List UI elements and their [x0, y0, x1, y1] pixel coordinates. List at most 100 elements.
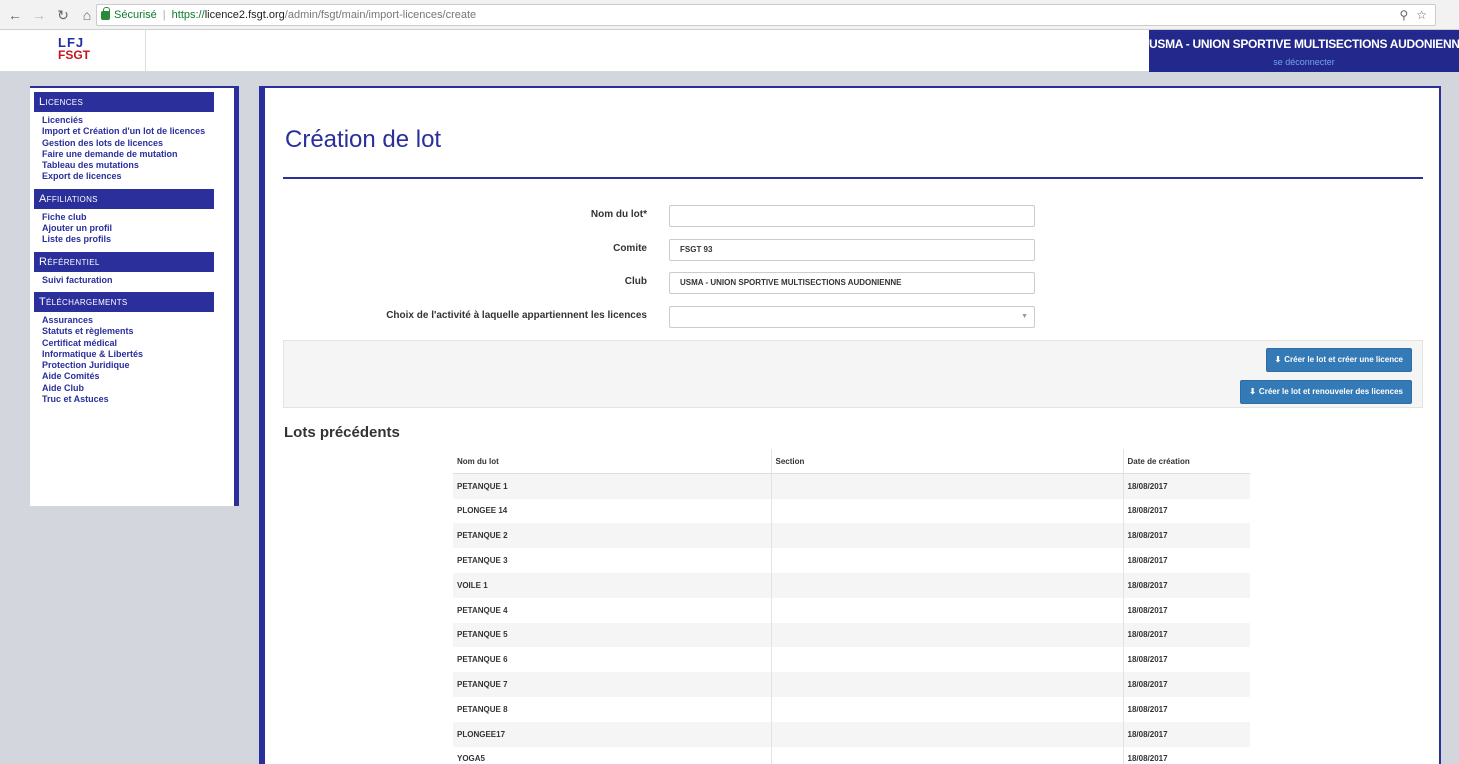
table-row[interactable]: PETANQUE 1 18/08/2017: [453, 473, 1250, 499]
table-body: PETANQUE 1 18/08/2017 PLONGEE 14 18/08/2017…: [453, 473, 1250, 764]
section-cell: [771, 672, 1124, 697]
club-input[interactable]: USMA - UNION SPORTIVE MULTISECTIONS AUDO…: [669, 272, 1035, 294]
date-cell: 18/08/2017: [1127, 556, 1168, 566]
action-panel: ⬇ Créer le lot et créer une licence ⬇ Crée…: [283, 340, 1423, 408]
sidebar-item-aide-club[interactable]: Aide Club: [34, 383, 234, 394]
table-row[interactable]: PETANQUE 7 18/08/2017: [453, 672, 1250, 697]
sidebar-item-informatique[interactable]: Informatique & Libertés: [34, 349, 234, 360]
lot-name-cell: PETANQUE 2: [453, 523, 772, 549]
sidebar-item-protection[interactable]: Protection Juridique: [34, 360, 234, 371]
table-row[interactable]: PETANQUE 5 18/08/2017: [453, 622, 1250, 648]
zoom-icon[interactable]: ⚲: [1399, 8, 1408, 22]
sidebar-item-suivi-facturation[interactable]: Suivi facturation: [34, 275, 234, 286]
fsgt-logo[interactable]: LFJ FSGT: [58, 36, 118, 66]
sidebar-item-gestion-lots[interactable]: Gestion des lots de licences: [34, 138, 234, 149]
reload-icon[interactable]: ↻: [54, 6, 72, 24]
table-row[interactable]: PLONGEE17 18/08/2017: [453, 721, 1250, 747]
club-banner: USMA - UNION SPORTIVE MULTISECTIONS AUDO…: [1149, 30, 1459, 72]
section-cell: [771, 473, 1124, 499]
back-icon[interactable]: ←: [6, 6, 24, 24]
lot-name-label: Nom du lot*: [590, 209, 647, 220]
form-row-club: Club USMA - UNION SPORTIVE MULTISECTIONS…: [265, 272, 1065, 294]
sidebar-item-demande-mutation[interactable]: Faire une demande de mutation: [34, 149, 234, 160]
bookmark-star-icon[interactable]: ☆: [1416, 8, 1427, 22]
form-row-comite: Comite FSGT 93: [265, 239, 1065, 261]
date-cell: 18/08/2017: [1127, 754, 1168, 764]
section-cell: [771, 572, 1124, 598]
create-lot-and-renew-button[interactable]: ⬇ Créer le lot et renouveler des licences: [1240, 380, 1412, 404]
table-row[interactable]: PETANQUE 3 18/08/2017: [453, 548, 1250, 573]
lot-name-cell: PETANQUE 8: [453, 696, 772, 722]
sidebar-item-tableau-mutations[interactable]: Tableau des mutations: [34, 160, 234, 171]
column-header[interactable]: Section: [771, 449, 1124, 475]
column-header[interactable]: Nom du lot: [453, 449, 772, 475]
section-cell: [771, 622, 1124, 648]
sidebar-heading: Affiliations: [34, 188, 214, 209]
lot-name-input[interactable]: [669, 205, 1035, 227]
activity-select[interactable]: ▼: [669, 306, 1035, 328]
app-header: LFJ FSGT USMA - UNION SPORTIVE MULTISECT…: [0, 30, 1459, 72]
browser-toolbar: ← → ↻ ⌂ Sécurisé | https://licence2.fsgt…: [0, 0, 1459, 30]
sidebar-item-fiche-club[interactable]: Fiche club: [34, 212, 234, 223]
lot-name-cell: YOGA5: [453, 746, 772, 764]
date-cell: 18/08/2017: [1127, 506, 1168, 516]
lot-name-cell: PLONGEE17: [453, 721, 772, 747]
forward-icon[interactable]: →: [30, 6, 48, 24]
date-cell: 18/08/2017: [1127, 680, 1168, 690]
sidebar-item-licencies[interactable]: Licenciés: [34, 115, 234, 126]
lot-name-cell: PLONGEE 14: [453, 498, 772, 524]
lot-name-cell: PETANQUE 6: [453, 647, 772, 673]
column-header[interactable]: Date de création: [1123, 449, 1250, 475]
download-icon: ⬇: [1249, 387, 1256, 396]
table-row[interactable]: PETANQUE 6 18/08/2017: [453, 647, 1250, 673]
create-lot-and-licence-button[interactable]: ⬇ Créer le lot et créer une licence: [1265, 348, 1412, 372]
sidebar-heading: Licences: [34, 92, 214, 112]
sidebar-item-ajouter-profil[interactable]: Ajouter un profil: [34, 223, 234, 234]
date-cell: 18/08/2017: [1127, 481, 1168, 491]
main-panel: Création de lot Nom du lot* Comite FSGT …: [259, 86, 1441, 764]
section-cell: [771, 523, 1124, 549]
activity-label: Choix de l'activité à laquelle appartien…: [386, 310, 647, 321]
page-title: Création de lot: [285, 126, 442, 153]
date-cell: 18/08/2017: [1127, 531, 1168, 541]
address-bar[interactable]: Sécurisé | https://licence2.fsgt.org/adm…: [96, 4, 1436, 26]
sidebar-section-telechargements: Téléchargements Assurances Statuts et rè…: [34, 291, 234, 405]
sidebar-item-certificat[interactable]: Certificat médical: [34, 338, 234, 349]
table-row[interactable]: VOILE 1 18/08/2017: [453, 572, 1250, 598]
sidebar-item-export-licences[interactable]: Export de licences: [34, 171, 234, 182]
previous-lots-table: Nom du lot Section Date de création PETA…: [453, 449, 1250, 764]
table-row[interactable]: PETANQUE 8 18/08/2017: [453, 696, 1250, 722]
section-cell: [771, 696, 1124, 722]
table-row[interactable]: PETANQUE 4 18/08/2017: [453, 597, 1250, 623]
sidebar-item-aide-comites[interactable]: Aide Comités: [34, 371, 234, 382]
logout-link[interactable]: se déconnecter: [1149, 57, 1459, 67]
table-row[interactable]: PLONGEE 14 18/08/2017: [453, 498, 1250, 524]
section-cell: [771, 548, 1124, 573]
previous-lots-title: Lots précédents: [284, 424, 400, 441]
home-icon[interactable]: ⌂: [78, 6, 96, 24]
date-cell: 18/08/2017: [1127, 630, 1168, 640]
download-icon: ⬇: [1274, 355, 1282, 364]
sidebar-section-licences: Licences Licenciés Import et Création d'…: [34, 92, 234, 183]
sidebar-item-truc-astuces[interactable]: Truc et Astuces: [34, 394, 234, 405]
sidebar-item-statuts[interactable]: Statuts et règlements: [34, 326, 234, 337]
table-row[interactable]: PETANQUE 2 18/08/2017: [453, 523, 1250, 549]
section-cell: [771, 746, 1124, 764]
comite-input[interactable]: FSGT 93: [669, 239, 1035, 261]
sidebar-item-liste-profils[interactable]: Liste des profils: [34, 234, 234, 245]
title-divider: [283, 177, 1423, 179]
sidebar-heading: Téléchargements: [34, 291, 214, 312]
sidebar-item-import-creation[interactable]: Import et Création d'un lot de licences: [34, 126, 234, 137]
chevron-down-icon: ▼: [1021, 313, 1028, 320]
sidebar: Licences Licenciés Import et Création d'…: [30, 86, 239, 506]
form-row-lot-name: Nom du lot*: [265, 205, 1065, 227]
secure-label: Sécurisé: [114, 9, 157, 21]
section-cell: [771, 498, 1124, 524]
sidebar-item-assurances[interactable]: Assurances: [34, 315, 234, 326]
sidebar-heading: Référentiel: [34, 251, 214, 272]
date-cell: 18/08/2017: [1127, 655, 1168, 665]
table-row[interactable]: YOGA5 18/08/2017: [453, 746, 1250, 764]
date-cell: 18/08/2017: [1127, 580, 1168, 590]
lot-name-cell: PETANQUE 4: [453, 597, 772, 623]
form-row-activity: Choix de l'activité à laquelle appartien…: [265, 306, 1065, 328]
